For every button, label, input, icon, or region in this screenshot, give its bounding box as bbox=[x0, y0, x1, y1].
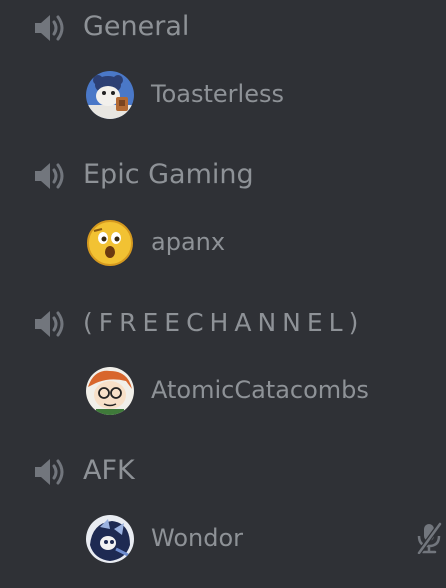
channel-header[interactable]: General bbox=[0, 0, 446, 56]
voice-user-row[interactable]: Wondor bbox=[0, 514, 446, 564]
channel-header[interactable]: Epic Gaming bbox=[0, 148, 446, 204]
channel-name: AFK bbox=[83, 455, 135, 486]
channel-name: General bbox=[83, 11, 190, 42]
speaker-icon bbox=[35, 163, 64, 189]
channel-header[interactable]: AFK bbox=[0, 444, 446, 500]
voice-channel-epic-gaming: Epic Gaming apanx bbox=[0, 148, 446, 296]
voice-user-row[interactable]: Toasterless bbox=[0, 70, 446, 120]
avatar bbox=[86, 367, 134, 415]
voice-user-row[interactable]: apanx bbox=[0, 218, 446, 268]
avatar bbox=[86, 219, 134, 267]
voice-channel-afk: AFK Wondor bbox=[0, 444, 446, 588]
channel-name: Epic Gaming bbox=[83, 159, 254, 190]
mic-muted-icon bbox=[416, 522, 442, 554]
user-name: Toasterless bbox=[151, 80, 284, 108]
avatar bbox=[86, 71, 134, 119]
user-name: apanx bbox=[151, 228, 226, 256]
speaker-icon bbox=[35, 311, 64, 337]
voice-channel-freechannel: (FREECHANNEL) AtomicCatacombs bbox=[0, 296, 446, 444]
channel-header[interactable]: (FREECHANNEL) bbox=[0, 296, 446, 352]
voice-channel-list: General Toasterless Epic Gaming apanx (F… bbox=[0, 0, 446, 588]
user-name: AtomicCatacombs bbox=[151, 376, 369, 404]
voice-user-row[interactable]: AtomicCatacombs bbox=[0, 366, 446, 416]
speaker-icon bbox=[35, 15, 64, 41]
avatar bbox=[86, 515, 134, 563]
channel-name: (FREECHANNEL) bbox=[83, 308, 365, 337]
speaker-icon bbox=[35, 459, 64, 485]
voice-channel-general: General Toasterless bbox=[0, 0, 446, 148]
user-name: Wondor bbox=[151, 524, 244, 552]
